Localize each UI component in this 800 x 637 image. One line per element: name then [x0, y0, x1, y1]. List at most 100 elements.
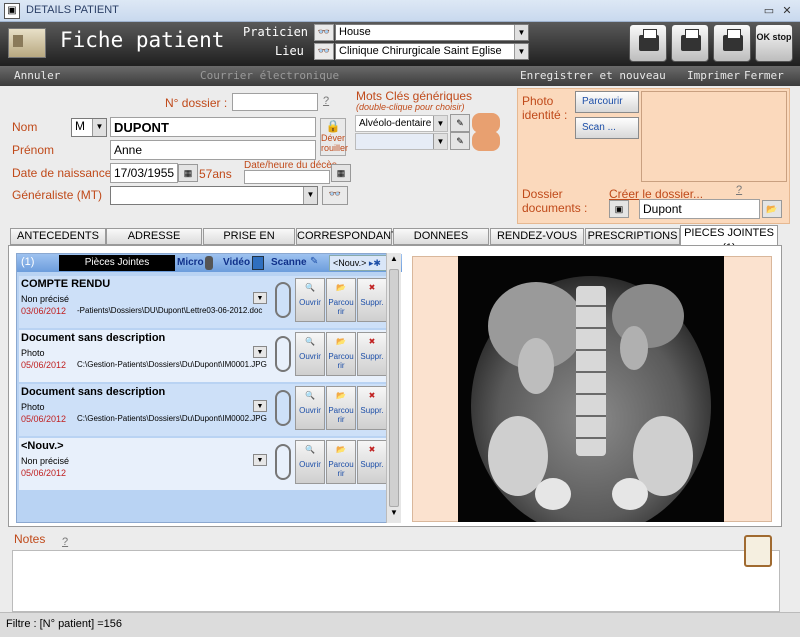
photo-scan-button[interactable]: Scan ... — [575, 117, 639, 139]
tab-prescriptions[interactable]: PRESCRIPTIONS (1) — [585, 228, 680, 257]
suppr-button[interactable]: ✖ Suppr. — [357, 332, 387, 376]
type-dropdown-icon[interactable]: ▼ — [253, 346, 267, 358]
people-icon[interactable] — [472, 131, 500, 151]
tab-antecedents[interactable]: ANTECEDENTS — [10, 228, 106, 245]
ouvrir-button[interactable]: 🔍 Ouvrir — [295, 278, 325, 322]
folder-icon: 📂 — [336, 337, 346, 346]
scroll-thumb[interactable] — [389, 269, 399, 507]
folder-icon: 📂 — [336, 283, 346, 292]
ct-scan-image[interactable] — [458, 256, 724, 522]
parcourir-button[interactable]: 📂 Parcou rir — [326, 440, 356, 484]
list-scrollbar[interactable]: ▲ ▼ — [386, 253, 401, 523]
suppr-button[interactable]: ✖ Suppr. — [357, 278, 387, 322]
tab-rendez-vous[interactable]: RENDEZ-VOUS (7) — [490, 228, 584, 257]
parcourir-button[interactable]: 📂 Parcou rir — [326, 278, 356, 322]
photo-parcourir-button[interactable]: Parcourir — [575, 91, 639, 113]
chevron-down-icon[interactable]: ▼ — [433, 116, 447, 131]
list-item[interactable]: Document sans description Photo 05/06/20… — [19, 384, 387, 436]
clipboard-icon[interactable] — [744, 535, 772, 567]
folder-icon: 📂 — [336, 445, 346, 454]
notes-help[interactable]: ? — [62, 536, 68, 548]
tab-prise-en-charge[interactable]: PRISE EN CHARGE — [203, 228, 295, 257]
print-button-3[interactable] — [713, 24, 751, 62]
chevron-down-icon[interactable]: ▼ — [433, 134, 447, 149]
annuler-link[interactable]: Annuler — [14, 69, 60, 82]
deverrouiller-button[interactable]: 🔒 Déver rouiller — [320, 118, 348, 156]
tab-adresse[interactable]: ADRESSE — [106, 228, 202, 245]
paperclip-icon — [275, 336, 291, 372]
tab-pieces-jointes[interactable]: PIECES JOINTES (1) — [680, 225, 778, 254]
type-dropdown-icon[interactable]: ▼ — [253, 292, 267, 304]
lieu-search-icon[interactable]: 👓 — [314, 43, 334, 60]
praticien-search-icon[interactable]: 👓 — [314, 24, 334, 41]
courrier-link[interactable]: Courrier électronique — [200, 69, 339, 82]
dossier-input[interactable] — [232, 93, 318, 111]
chevron-down-icon[interactable]: ▼ — [514, 25, 528, 40]
parcourir-button[interactable]: 📂 Parcou rir — [326, 386, 356, 430]
status-bar: Filtre : [N° patient] =156 — [0, 612, 800, 637]
type-dropdown-icon[interactable]: ▼ — [253, 454, 267, 466]
tab-correspondants[interactable]: CORRESPONDANTS — [296, 228, 405, 245]
motscles-hint: (double-clique pour choisir) — [356, 102, 465, 112]
ouvrir-button[interactable]: 🔍 Ouvrir — [295, 386, 325, 430]
generaliste-select[interactable]: ▼ — [110, 186, 318, 205]
chevron-down-icon[interactable]: ▼ — [514, 44, 528, 59]
scroll-up-icon[interactable]: ▲ — [388, 254, 400, 266]
ouvrir-button[interactable]: 🔍 Ouvrir — [295, 332, 325, 376]
prenom-input[interactable]: Anne — [110, 140, 316, 160]
ouvrir-button[interactable]: 🔍 Ouvrir — [295, 440, 325, 484]
suppr-button[interactable]: ✖ Suppr. — [357, 386, 387, 430]
ct-scan-drawing — [458, 256, 724, 522]
motscles-edit-icon[interactable]: ✎ — [450, 132, 470, 150]
nom-input[interactable]: DUPONT — [110, 117, 316, 137]
calendar-icon[interactable]: ▦ — [178, 164, 198, 182]
restore-icon[interactable]: ▭ — [762, 4, 776, 18]
civilite-select[interactable]: M ▼ — [71, 118, 107, 137]
chevron-down-icon[interactable]: ▼ — [92, 119, 106, 136]
imprimer-link[interactable]: Imprimer — [687, 69, 740, 82]
suppr-button[interactable]: ✖ Suppr. — [357, 440, 387, 484]
delete-icon: ✖ — [368, 445, 376, 454]
praticien-select[interactable]: House ▼ — [335, 24, 529, 41]
print-button-1[interactable] — [629, 24, 667, 62]
lieu-select[interactable]: Clinique Chirurgicale Saint Eglise ▼ — [335, 43, 529, 60]
scanne-button[interactable]: Scanne — [271, 257, 307, 268]
photo-frame[interactable] — [641, 91, 787, 182]
dossier-help[interactable]: ? — [736, 184, 742, 196]
list-item[interactable]: Document sans description Photo 05/06/20… — [19, 330, 387, 382]
notes-textarea[interactable] — [12, 550, 780, 612]
type-dropdown-icon[interactable]: ▼ — [253, 400, 267, 412]
motscles-select-1[interactable]: Alvéolo-dentaire ▼ — [355, 115, 448, 132]
video-button[interactable]: Vidéo — [223, 257, 250, 268]
calendar-clock-icon[interactable]: ▦ — [331, 164, 351, 182]
parcourir-button[interactable]: 📂 Parcou rir — [326, 332, 356, 376]
folder-browse-icon[interactable]: 📂 — [762, 200, 782, 218]
deces-input[interactable] — [244, 170, 330, 184]
print-button-2[interactable] — [671, 24, 709, 62]
list-item[interactable]: <Nouv.> Non précisé 05/06/2012 ▼ 🔍 Ouvrir… — [19, 438, 387, 490]
delete-icon: ✖ — [368, 337, 376, 346]
dossier-documents-input[interactable]: Dupont — [639, 199, 760, 219]
close-icon[interactable]: ✕ — [780, 4, 794, 18]
enregistrer-link[interactable]: Enregistrer et nouveau — [520, 69, 666, 82]
generaliste-search-icon[interactable]: 👓 — [322, 186, 348, 205]
nouv-button[interactable]: <Nouv.> ▸✱ — [329, 255, 387, 271]
pieces-jointes-list: (1) Pièces Jointes Micro Vidéo Scanne ✎ … — [16, 253, 402, 523]
tab-donnees[interactable]: DONNEES — [393, 228, 489, 245]
motscles-edit-icon[interactable]: ✎ — [450, 114, 470, 132]
chevron-down-icon[interactable]: ▼ — [303, 187, 317, 204]
micro-button[interactable]: Micro — [177, 257, 204, 268]
scroll-down-icon[interactable]: ▼ — [388, 508, 400, 520]
magnifier-icon: 🔍 — [305, 391, 315, 400]
motscles-select-2[interactable]: ▼ — [355, 133, 448, 150]
microphone-icon — [205, 256, 213, 270]
paperclip-icon — [275, 444, 291, 480]
people-icon[interactable] — [472, 113, 500, 133]
ok-stop-button[interactable]: OK stop — [755, 24, 793, 62]
dossier-help[interactable]: ? — [323, 95, 329, 107]
list-item[interactable]: COMPTE RENDU Non précisé 03/06/2012 -Pat… — [19, 276, 387, 328]
folder-open-icon[interactable]: ▣ — [609, 200, 629, 218]
naissance-input[interactable]: 17/03/1955 — [110, 163, 178, 183]
delete-icon: ✖ — [368, 283, 376, 292]
fermer-link[interactable]: Fermer — [744, 69, 784, 82]
